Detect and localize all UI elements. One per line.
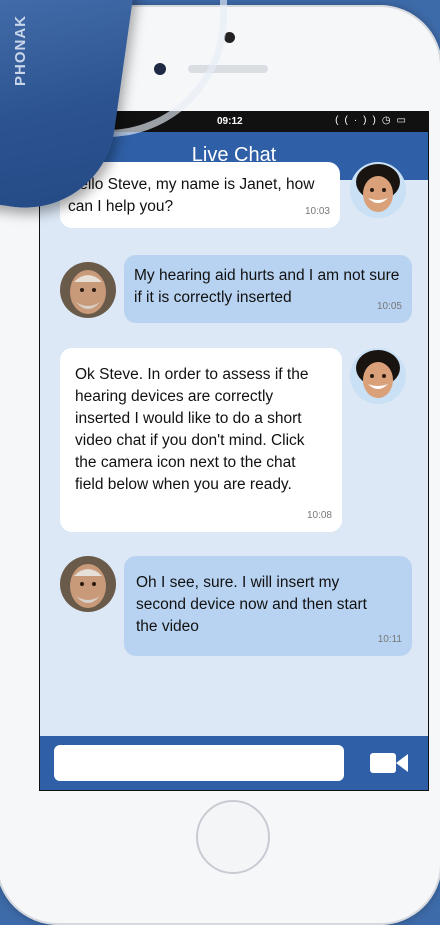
video-camera-icon xyxy=(370,753,408,773)
video-call-button[interactable] xyxy=(368,748,412,778)
message-text: Oh I see, sure. I will insert my second … xyxy=(136,574,367,635)
message-time: 10:03 xyxy=(304,206,330,217)
message-time: 10:11 xyxy=(377,634,402,645)
message-text: My hearing aid hurts and I am not sure i… xyxy=(134,267,400,306)
chat-message: Ok Steve. In order to assess if the hear… xyxy=(60,348,342,532)
message-time: 10:08 xyxy=(306,510,332,521)
message-text: Hello Steve, my name is Janet, how can I… xyxy=(68,176,315,215)
chat-message: Hello Steve, my name is Janet, how can I… xyxy=(60,162,340,228)
chat-message: Oh I see, sure. I will insert my second … xyxy=(124,556,412,656)
brand-label: PHONAK xyxy=(12,14,29,86)
user-avatar xyxy=(60,262,116,318)
agent-avatar xyxy=(350,162,406,218)
user-avatar xyxy=(60,556,116,612)
clock-icon: ◷ xyxy=(381,115,397,126)
signal-icon: ((·)) xyxy=(335,115,382,126)
agent-avatar xyxy=(350,348,406,404)
chat-message: My hearing aid hurts and I am not sure i… xyxy=(124,255,412,323)
composer-bar xyxy=(40,736,428,790)
chat-input[interactable] xyxy=(54,745,344,781)
status-icons: ((·))◷▭ xyxy=(335,115,412,126)
battery-icon: ▭ xyxy=(396,115,412,126)
home-button[interactable] xyxy=(196,800,270,874)
message-time: 10:05 xyxy=(376,301,402,312)
status-time: 09:12 xyxy=(217,116,243,127)
phone-screen: 09:12 ((·))◷▭ Live Chat Hello Steve, my … xyxy=(40,112,428,790)
message-text: Ok Steve. In order to assess if the hear… xyxy=(75,366,309,493)
